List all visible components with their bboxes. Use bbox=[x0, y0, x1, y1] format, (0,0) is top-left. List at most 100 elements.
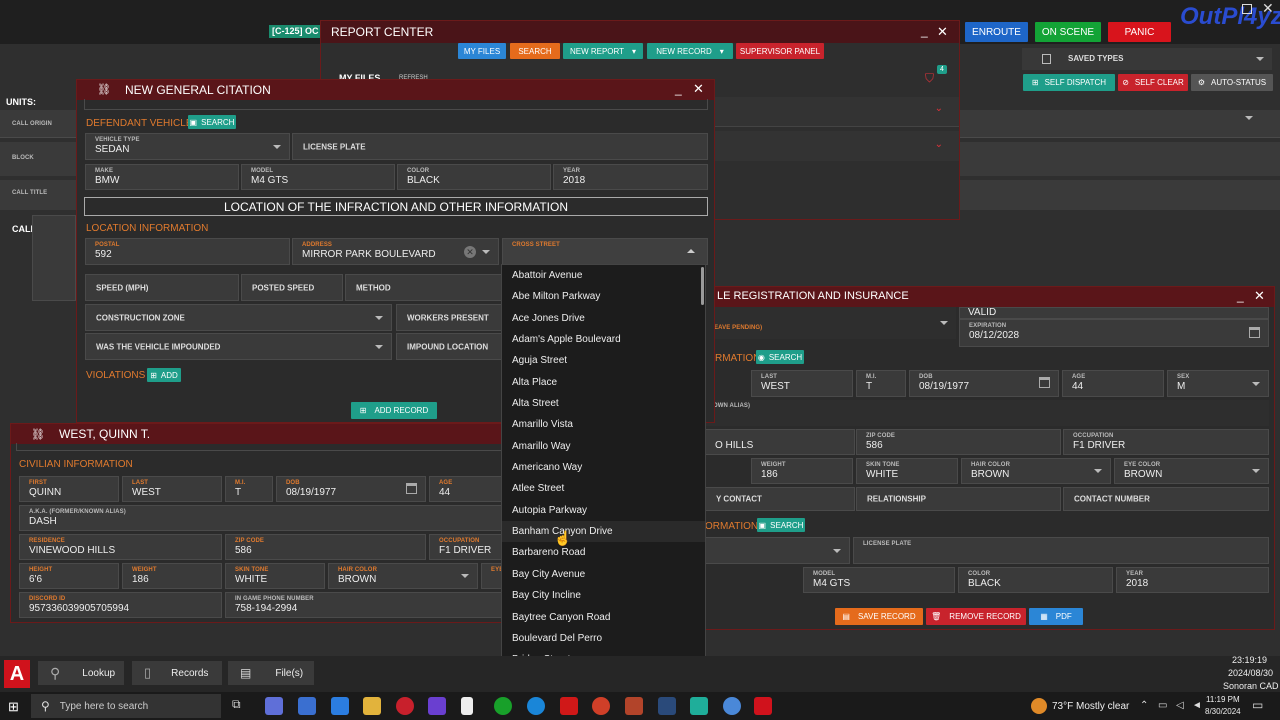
on-scene-button[interactable]: ON SCENE bbox=[1035, 22, 1101, 42]
cross-street-option[interactable]: Adam's Apple Boulevard bbox=[502, 329, 705, 350]
cross-street-option[interactable]: Baytree Canyon Road bbox=[502, 607, 705, 628]
auto-status-button[interactable]: ⚙ AUTO-STATUS bbox=[1191, 74, 1273, 91]
file-row[interactable]: ⌄ bbox=[691, 97, 959, 127]
expiration-field[interactable]: EXPIRATION 08/12/2028 bbox=[959, 319, 1269, 347]
sonoran-cad-icon[interactable] bbox=[754, 697, 772, 715]
year-field[interactable]: YEAR 2018 bbox=[1116, 567, 1269, 593]
dropdown-scrollbar[interactable] bbox=[701, 267, 704, 305]
skin-tone-field[interactable]: SKIN TONE WHITE bbox=[225, 563, 325, 589]
cross-street-option[interactable]: Boulevard Del Perro bbox=[502, 628, 705, 649]
contact-number-field[interactable]: CONTACT NUMBER bbox=[1063, 487, 1269, 511]
color-field[interactable]: COLOR BLACK bbox=[958, 567, 1113, 593]
volume-icon[interactable]: ◁ bbox=[1176, 700, 1184, 711]
postal-field[interactable]: POSTAL 592 bbox=[85, 238, 290, 265]
owner-occupation-field[interactable]: OCCUPATION F1 DRIVER bbox=[1063, 429, 1269, 455]
close-icon[interactable]: ✕ bbox=[1254, 288, 1265, 304]
owner-dob-field[interactable]: DOB 08/19/1977 bbox=[909, 370, 1059, 397]
tab-new-report[interactable]: NEW REPORT ▾ bbox=[563, 43, 643, 59]
link-icon[interactable]: ⛓ bbox=[97, 83, 111, 96]
cross-street-option[interactable]: Americano Way bbox=[502, 457, 705, 478]
cross-street-option[interactable]: Banham Canyon Drive bbox=[502, 521, 705, 543]
file-explorer-icon[interactable] bbox=[363, 697, 381, 715]
cross-street-option[interactable]: Ace Jones Drive bbox=[502, 308, 705, 329]
cross-street-option[interactable]: Amarillo Vista bbox=[502, 414, 705, 435]
method-field[interactable]: METHOD bbox=[345, 274, 505, 301]
owner-residence-field[interactable]: O HILLS bbox=[705, 429, 855, 455]
workers-present-select[interactable]: WORKERS PRESENT bbox=[396, 304, 506, 331]
cross-street-option[interactable]: Atlee Street bbox=[502, 478, 705, 499]
opera-icon[interactable] bbox=[396, 697, 414, 715]
remove-record-button[interactable]: 🗑 REMOVE RECORD bbox=[926, 608, 1026, 625]
close-icon[interactable]: ✕ bbox=[937, 24, 948, 40]
call-description-field[interactable] bbox=[32, 215, 76, 301]
address-select[interactable]: ADDRESS MIRROR PARK BOULEVARD ✕ bbox=[292, 238, 499, 265]
close-icon[interactable]: ✕ bbox=[693, 81, 704, 97]
occupation-field[interactable]: OCCUPATION F1 DRIVER bbox=[429, 534, 509, 560]
netflix-icon[interactable] bbox=[560, 697, 578, 715]
vehicle-impounded-select[interactable]: WAS THE VEHICLE IMPOUNDED bbox=[85, 333, 392, 360]
app-icon[interactable] bbox=[428, 697, 446, 715]
files-button[interactable]: ▤ File(s) bbox=[228, 661, 314, 685]
notepad-icon[interactable] bbox=[461, 697, 473, 715]
steam-icon[interactable] bbox=[658, 697, 676, 715]
self-dispatch-button[interactable]: ⊞ SELF DISPATCH bbox=[1023, 74, 1115, 91]
residence-field[interactable]: RESIDENCE VINEWOOD HILLS bbox=[19, 534, 222, 560]
discord-id-field[interactable]: DISCORD ID 957336039905705994 bbox=[19, 592, 222, 618]
last-name-field[interactable]: LAST WEST bbox=[122, 476, 222, 502]
hair-color-select[interactable]: HAIR COLOR BROWN bbox=[328, 563, 478, 589]
owner-eye-select[interactable]: EYE COLOR BROWN bbox=[1114, 458, 1269, 484]
tab-new-record[interactable]: NEW RECORD ▾ bbox=[647, 43, 733, 59]
vehicle-type-select[interactable] bbox=[705, 537, 850, 564]
mi-field[interactable]: M.I. T bbox=[225, 476, 273, 502]
add-violation-button[interactable]: ⊞ ADD bbox=[147, 368, 181, 382]
owner-sex-select[interactable]: SEX M bbox=[1167, 370, 1269, 397]
notification-icon[interactable]: ▭ bbox=[1252, 698, 1263, 712]
cross-street-option[interactable]: Abe Milton Parkway bbox=[502, 286, 705, 307]
enroute-button[interactable]: ENROUTE bbox=[965, 22, 1028, 42]
phone-number-field[interactable]: IN GAME PHONE NUMBER 758-194-2994 bbox=[225, 592, 509, 618]
xbox-icon[interactable] bbox=[494, 697, 512, 715]
filter-icon[interactable]: ⛉ bbox=[925, 71, 934, 86]
calendar-icon[interactable] bbox=[406, 483, 417, 494]
cross-street-option[interactable]: Autopia Parkway bbox=[502, 500, 705, 521]
clear-icon[interactable]: ✕ bbox=[464, 246, 476, 258]
make-field[interactable]: MAKE BMW bbox=[85, 164, 239, 190]
license-plate-field[interactable]: LICENSE PLATE bbox=[853, 537, 1269, 564]
panic-button[interactable]: PANIC bbox=[1108, 22, 1171, 42]
year-field[interactable]: YEAR 2018 bbox=[553, 164, 708, 190]
windows-start-icon[interactable]: ⊞ bbox=[8, 699, 19, 715]
relationship-field[interactable]: RELATIONSHIP bbox=[856, 487, 1061, 511]
tab-supervisor-panel[interactable]: SUPERVISOR PANEL bbox=[736, 43, 824, 59]
link-icon[interactable]: ⛓ bbox=[31, 428, 45, 441]
chrome-icon[interactable] bbox=[592, 697, 610, 715]
cross-street-option[interactable]: Aguja Street bbox=[502, 350, 705, 371]
registration-status-field[interactable]: VALID bbox=[959, 307, 1269, 319]
cross-street-select[interactable]: CROSS STREET bbox=[502, 238, 708, 265]
owner-zip-field[interactable]: ZIP CODE 586 bbox=[856, 429, 1061, 455]
calendar-icon[interactable] bbox=[1039, 377, 1050, 388]
task-view-icon[interactable]: ⧉ bbox=[232, 697, 250, 715]
tab-my-files[interactable]: MY FILES bbox=[458, 43, 506, 59]
saved-types-select[interactable]: SAVED TYPES bbox=[1022, 48, 1272, 70]
dob-field[interactable]: DOB 08/19/1977 bbox=[276, 476, 426, 502]
alias-field[interactable]: A.K.A. (FORMER/KNOWN ALIAS) DASH bbox=[19, 505, 509, 531]
cross-street-option[interactable]: Bay City Avenue bbox=[502, 564, 705, 585]
age-field[interactable]: AGE 44 bbox=[429, 476, 509, 502]
color-field[interactable]: COLOR BLACK bbox=[397, 164, 551, 190]
owner-last-field[interactable]: LAST WEST bbox=[751, 370, 853, 397]
taskbar-search-box[interactable]: ⚲ Type here to search bbox=[31, 694, 221, 718]
impound-location-field[interactable]: IMPOUND LOCATION bbox=[396, 333, 506, 360]
construction-zone-select[interactable]: CONSTRUCTION ZONE bbox=[85, 304, 392, 331]
first-name-field[interactable]: FIRST QUINN bbox=[19, 476, 119, 502]
cross-street-dropdown[interactable]: Abattoir Avenue Abe Milton Parkway Ace Jon… bbox=[501, 264, 706, 688]
tab-search[interactable]: SEARCH bbox=[510, 43, 560, 59]
records-button[interactable]: ▯ Records bbox=[132, 661, 222, 685]
pdf-button[interactable]: ▦ PDF bbox=[1029, 608, 1083, 625]
cross-street-option[interactable]: Alta Place bbox=[502, 372, 705, 393]
minimize-icon[interactable]: _ bbox=[921, 24, 928, 38]
owner-age-field[interactable]: AGE 44 bbox=[1062, 370, 1164, 397]
lookup-button[interactable]: ⚲ Lookup bbox=[38, 661, 124, 685]
cross-street-option[interactable]: Amarillo Way bbox=[502, 436, 705, 457]
model-field[interactable]: MODEL M4 GTS bbox=[803, 567, 955, 593]
owner-weight-field[interactable]: WEIGHT 186 bbox=[751, 458, 853, 484]
